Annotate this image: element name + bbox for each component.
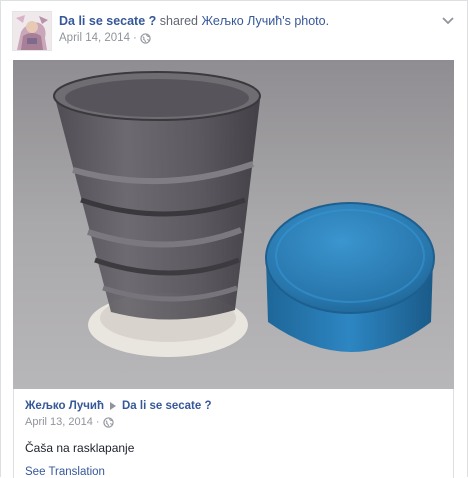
page-name-link[interactable]: Da li se secate ? [59, 14, 156, 28]
see-translation-link[interactable]: See Translation [25, 466, 105, 478]
avatar-image [13, 12, 51, 50]
globe-icon[interactable] [102, 416, 114, 428]
post-headline: Da li se secate ? shared Жељко Лучић's p… [59, 13, 329, 29]
shared-post-card: Da li se secate ? shared Жељко Лучић's p… [0, 0, 468, 478]
chevron-down-icon[interactable] [441, 14, 455, 28]
shared-target-link[interactable]: Da li se secate ? [122, 400, 212, 412]
shared-original-post: Жељко Лучић Da li se secate ? April 13, … [13, 389, 454, 478]
shared-date-link[interactable]: April 13, 2014 [25, 416, 93, 428]
globe-icon[interactable] [140, 32, 151, 44]
photo-image [13, 60, 454, 389]
photo-link[interactable]: 's photo. [282, 14, 329, 28]
post-date-link[interactable]: April 14, 2014 [59, 32, 130, 44]
post-caption: Čaša na rasklapanje [25, 441, 135, 455]
post-meta: April 14, 2014 · [59, 32, 151, 44]
shared-text: shared [156, 14, 202, 28]
shared-author-link[interactable]: Жељко Лучић [25, 400, 104, 412]
shared-post-headline: Жељко Лучић Da li se secate ? [25, 400, 212, 412]
page-avatar[interactable] [12, 11, 52, 51]
original-author-link[interactable]: Жељко Лучић [201, 14, 282, 28]
shared-photo[interactable] [13, 60, 454, 389]
shared-post-meta: April 13, 2014 · [25, 416, 114, 428]
triangle-right-icon [110, 402, 116, 410]
post-header: Da li se secate ? shared Жељко Лучић's p… [12, 11, 457, 51]
